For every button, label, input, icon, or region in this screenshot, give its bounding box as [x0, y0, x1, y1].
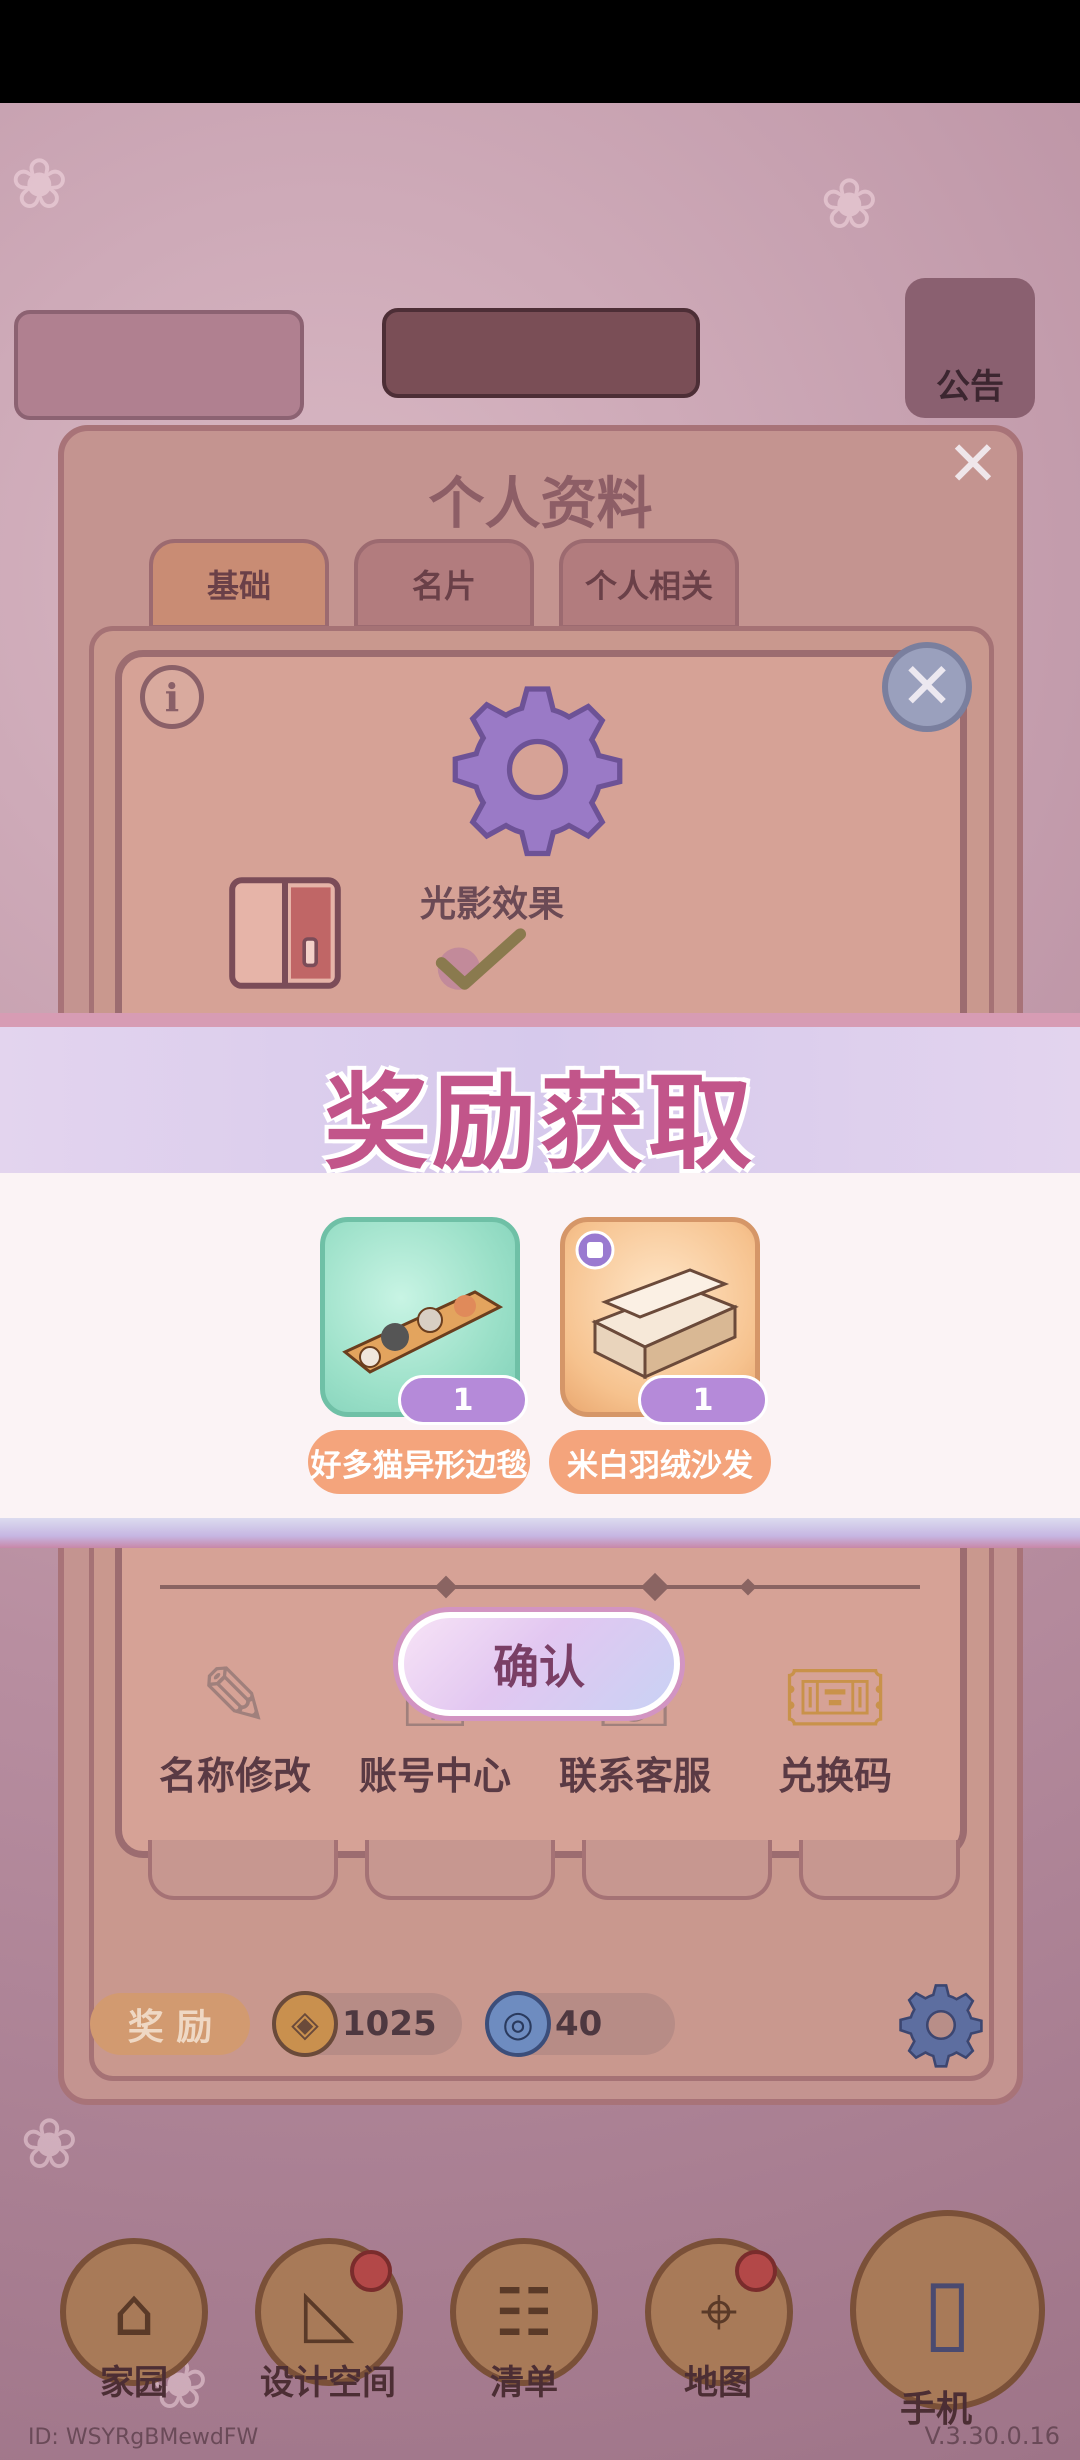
divider: [160, 1572, 920, 1602]
notice-button[interactable]: 公告: [905, 278, 1035, 418]
gem-counter: ◎ 40: [485, 1991, 675, 2057]
notice-label: 公告: [936, 367, 1004, 407]
nav-map-label: 地图: [684, 2363, 752, 2403]
checklist-icon: ☷: [494, 2273, 554, 2351]
phone-icon: ▯: [922, 2257, 973, 2363]
light-shadow-label: 光影效果: [420, 884, 565, 925]
gem-amount: 40: [555, 2004, 603, 2044]
swirl-gem-icon: ◎: [485, 1991, 551, 2057]
coin-counter: ◈ 1025: [272, 1991, 462, 2057]
nav-list-label: 清单: [490, 2363, 558, 2403]
settings-gear-icon[interactable]: [898, 1982, 984, 2068]
player-id: ID: WSYRgBMewdFW: [28, 2425, 259, 2450]
item-name-label: 好多猫异形边毯: [308, 1430, 530, 1494]
ruler-triangle-icon: ◺: [303, 2273, 355, 2351]
nav-design-label: 设计空间: [260, 2363, 396, 2403]
reward-body: [0, 1173, 1080, 1518]
profile-slot[interactable]: [582, 1840, 772, 1900]
house-icon: ⌂: [113, 2273, 155, 2351]
item-name-label: 米白羽绒沙发: [549, 1430, 771, 1494]
gear-icon: [452, 686, 623, 857]
item-quantity-badge: 1: [398, 1375, 528, 1425]
window-icon[interactable]: [225, 873, 345, 993]
customer-service-label: 联系客服: [558, 1754, 711, 1798]
tab-card[interactable]: 名片: [354, 539, 534, 629]
account-center-label: 账号中心: [358, 1754, 511, 1798]
rename-button[interactable]: ✎ 名称修改: [130, 1615, 340, 1800]
level-progress-bar[interactable]: [382, 308, 700, 398]
profile-slot[interactable]: [799, 1840, 960, 1900]
profile-slot[interactable]: [365, 1840, 555, 1900]
redeem-code-label: 兑换码: [777, 1754, 892, 1798]
reward-bottom-edge: [0, 1518, 1080, 1548]
rename-label: 名称修改: [158, 1754, 311, 1798]
settings-close-button[interactable]: ✕: [882, 642, 972, 732]
checkmark-icon[interactable]: [432, 925, 528, 995]
profile-title: 个人资料: [428, 472, 653, 537]
flower-decoration: ❀: [10, 143, 69, 225]
coin-amount: 1025: [342, 2004, 437, 2044]
pencil-icon: ✎: [199, 1648, 271, 1746]
profile-slot-row: [148, 1840, 960, 1910]
redeem-code-button[interactable]: 🎟 兑换码: [730, 1615, 940, 1800]
ticket-icon: 🎟: [781, 1648, 889, 1746]
close-icon[interactable]: ✕: [947, 427, 999, 500]
notification-dot: [735, 2250, 777, 2292]
tab-basic[interactable]: 基础: [149, 539, 329, 629]
reward-title: 奖励获取: [323, 1062, 756, 1184]
reward-button[interactable]: 奖 励: [90, 1993, 250, 2055]
profile-slot[interactable]: [148, 1840, 338, 1900]
map-pin-icon: ⌖: [700, 2272, 738, 2350]
flower-decoration: ❀: [820, 163, 879, 245]
coin-icon: ◈: [272, 1991, 338, 2057]
tab-personal[interactable]: 个人相关: [559, 539, 739, 629]
item-quantity-badge: 1: [638, 1375, 768, 1425]
nav-home-label: 家园: [100, 2363, 168, 2403]
player-info-bar[interactable]: [14, 310, 304, 420]
info-icon[interactable]: i: [140, 665, 204, 729]
version-text: V.3.30.0.16: [924, 2422, 1060, 2450]
flower-decoration: ❀: [20, 2103, 79, 2185]
confirm-button[interactable]: 确认: [398, 1612, 680, 1716]
notification-dot: [350, 2250, 392, 2292]
